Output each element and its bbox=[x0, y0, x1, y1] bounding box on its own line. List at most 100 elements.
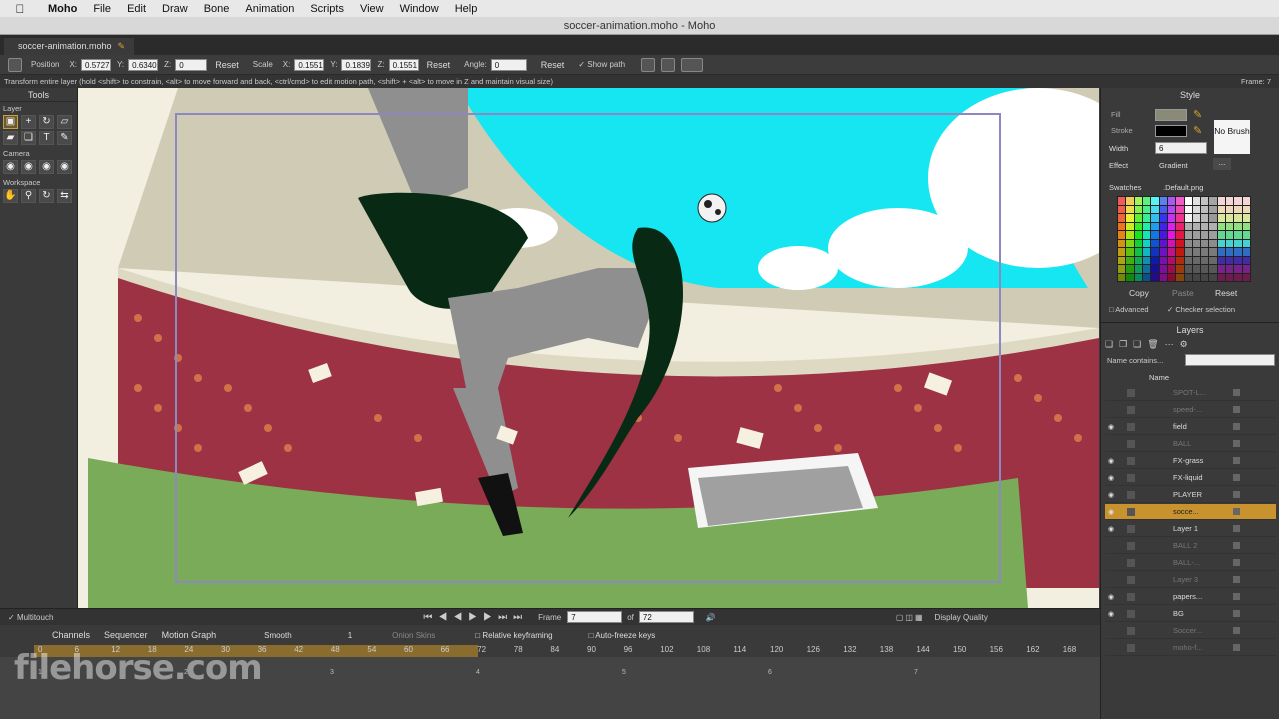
layer-row[interactable]: Layer 3 bbox=[1105, 572, 1276, 588]
tab-channels[interactable]: Channels bbox=[52, 630, 90, 640]
swatch-cell[interactable] bbox=[1201, 222, 1209, 230]
swatch-cell[interactable] bbox=[1167, 205, 1176, 213]
swatch-cell[interactable] bbox=[1209, 265, 1217, 273]
swatch-cell[interactable] bbox=[1118, 197, 1126, 205]
swatch-cell[interactable] bbox=[1151, 205, 1159, 213]
rotate-layer-icon[interactable]: ↻ bbox=[39, 115, 54, 129]
swatch-cell[interactable] bbox=[1184, 222, 1192, 230]
layer-color-tag[interactable] bbox=[1233, 644, 1240, 651]
doc-tab[interactable]: soccer-animation.moho ✎ bbox=[4, 38, 134, 55]
swatch-cell[interactable] bbox=[1201, 214, 1209, 222]
swatch-grid[interactable] bbox=[1117, 196, 1251, 282]
layer-color-tag[interactable] bbox=[1233, 593, 1240, 600]
fill-swatch[interactable] bbox=[1155, 109, 1187, 121]
audio-icon[interactable]: 🔊 bbox=[706, 613, 716, 622]
menu-animation[interactable]: Animation bbox=[237, 3, 302, 15]
transform-layer-icon[interactable]: ▣ bbox=[3, 115, 18, 129]
swatch-cell[interactable] bbox=[1151, 248, 1159, 256]
swatch-cell[interactable] bbox=[1201, 197, 1209, 205]
swatch-cell[interactable] bbox=[1118, 256, 1126, 264]
swatch-cell[interactable] bbox=[1126, 256, 1134, 264]
swatch-cell[interactable] bbox=[1167, 231, 1176, 239]
layer-lock-checkbox[interactable] bbox=[1127, 524, 1135, 533]
swatch-cell[interactable] bbox=[1201, 265, 1209, 273]
menu-draw[interactable]: Draw bbox=[154, 3, 196, 15]
swatch-cell[interactable] bbox=[1209, 214, 1217, 222]
layer-row[interactable]: ◉ FX-grass bbox=[1105, 453, 1276, 469]
swatch-cell[interactable] bbox=[1226, 265, 1234, 273]
swatch-cell[interactable] bbox=[1167, 214, 1176, 222]
swatch-cell[interactable] bbox=[1242, 256, 1250, 264]
swatch-cell[interactable] bbox=[1159, 205, 1167, 213]
swatch-cell[interactable] bbox=[1167, 273, 1176, 281]
scale-reset-button[interactable]: Reset bbox=[419, 60, 459, 70]
swatch-cell[interactable] bbox=[1142, 239, 1151, 247]
layer-color-tag[interactable] bbox=[1233, 508, 1240, 515]
layer-color-tag[interactable] bbox=[1233, 525, 1240, 532]
swatch-cell[interactable] bbox=[1126, 197, 1134, 205]
duplicate-layer-icon[interactable]: ❐ bbox=[1119, 339, 1127, 353]
visibility-eye-icon[interactable]: ◉ bbox=[1105, 474, 1117, 482]
layer-lock-checkbox[interactable] bbox=[1127, 592, 1135, 601]
layer-select-icon[interactable]: ❏ bbox=[21, 131, 36, 145]
layer-lock-checkbox[interactable] bbox=[1127, 609, 1135, 618]
layer-row[interactable]: ◉ field bbox=[1105, 419, 1276, 435]
visibility-eye-icon[interactable]: ◉ bbox=[1105, 457, 1117, 465]
layer-color-tag[interactable] bbox=[1233, 627, 1240, 634]
layer-lock-checkbox[interactable] bbox=[1127, 507, 1135, 516]
swatch-cell[interactable] bbox=[1201, 273, 1209, 281]
swatch-cell[interactable] bbox=[1167, 248, 1176, 256]
visibility-eye-icon[interactable]: ◉ bbox=[1105, 593, 1117, 601]
swatch-cell[interactable] bbox=[1217, 239, 1226, 247]
copy-button[interactable]: Copy bbox=[1129, 288, 1149, 298]
layer-filter-dropdown[interactable]: Name contains... bbox=[1107, 356, 1163, 365]
swatch-cell[interactable] bbox=[1234, 248, 1242, 256]
menu-scripts[interactable]: Scripts bbox=[302, 3, 352, 15]
align-dropdown-icon[interactable] bbox=[681, 57, 704, 72]
swatch-cell[interactable] bbox=[1217, 248, 1226, 256]
position-reset-button[interactable]: Reset bbox=[207, 60, 247, 70]
layer-lock-checkbox[interactable] bbox=[1127, 575, 1135, 584]
relative-keyframing-checkbox[interactable]: □ Relative keyframing bbox=[475, 631, 552, 640]
layer-lock-checkbox[interactable] bbox=[1127, 626, 1135, 635]
swatch-cell[interactable] bbox=[1142, 205, 1151, 213]
swatch-cell[interactable] bbox=[1217, 256, 1226, 264]
swatch-cell[interactable] bbox=[1176, 197, 1184, 205]
checker-checkbox[interactable]: ✓ Checker selection bbox=[1167, 305, 1235, 314]
swatch-cell[interactable] bbox=[1217, 265, 1226, 273]
interpolation-dropdown[interactable]: Smooth bbox=[264, 631, 292, 640]
angle-reset-button[interactable]: Reset bbox=[533, 60, 573, 70]
swatch-cell[interactable] bbox=[1118, 265, 1126, 273]
swatch-cell[interactable] bbox=[1151, 222, 1159, 230]
hand-icon[interactable]: ✋ bbox=[3, 189, 18, 203]
canvas-viewport[interactable] bbox=[78, 88, 1099, 608]
no-brush-button[interactable]: No Brush bbox=[1214, 120, 1250, 154]
swatch-cell[interactable] bbox=[1176, 205, 1184, 213]
swatch-cell[interactable] bbox=[1192, 273, 1201, 281]
menu-view[interactable]: View bbox=[352, 3, 392, 15]
swatch-cell[interactable] bbox=[1176, 231, 1184, 239]
swatch-cell[interactable] bbox=[1126, 239, 1134, 247]
menu-file[interactable]: File bbox=[85, 3, 119, 15]
swatch-cell[interactable] bbox=[1126, 214, 1134, 222]
swatch-cell[interactable] bbox=[1234, 205, 1242, 213]
layer-color-tag[interactable] bbox=[1233, 491, 1240, 498]
swatch-cell[interactable] bbox=[1126, 205, 1134, 213]
visibility-eye-icon[interactable]: ◉ bbox=[1105, 423, 1117, 431]
swatch-cell[interactable] bbox=[1184, 265, 1192, 273]
swatch-cell[interactable] bbox=[1192, 248, 1201, 256]
swatch-cell[interactable] bbox=[1226, 197, 1234, 205]
swatch-cell[interactable] bbox=[1134, 256, 1142, 264]
swatch-cell[interactable] bbox=[1176, 214, 1184, 222]
swatch-cell[interactable] bbox=[1118, 222, 1126, 230]
orbit-icon[interactable]: ⇆ bbox=[57, 189, 72, 203]
layer-filter-input[interactable] bbox=[1185, 354, 1275, 366]
effect-more-button[interactable]: ... bbox=[1213, 158, 1231, 170]
swatch-cell[interactable] bbox=[1159, 256, 1167, 264]
swatch-cell[interactable] bbox=[1234, 256, 1242, 264]
swatch-cell[interactable] bbox=[1234, 273, 1242, 281]
multitouch-checkbox[interactable]: ✓ Multitouch bbox=[8, 613, 53, 622]
swatch-cell[interactable] bbox=[1201, 248, 1209, 256]
angle-field[interactable]: 0 bbox=[490, 58, 527, 71]
total-frames-field[interactable]: 72 bbox=[638, 611, 694, 623]
